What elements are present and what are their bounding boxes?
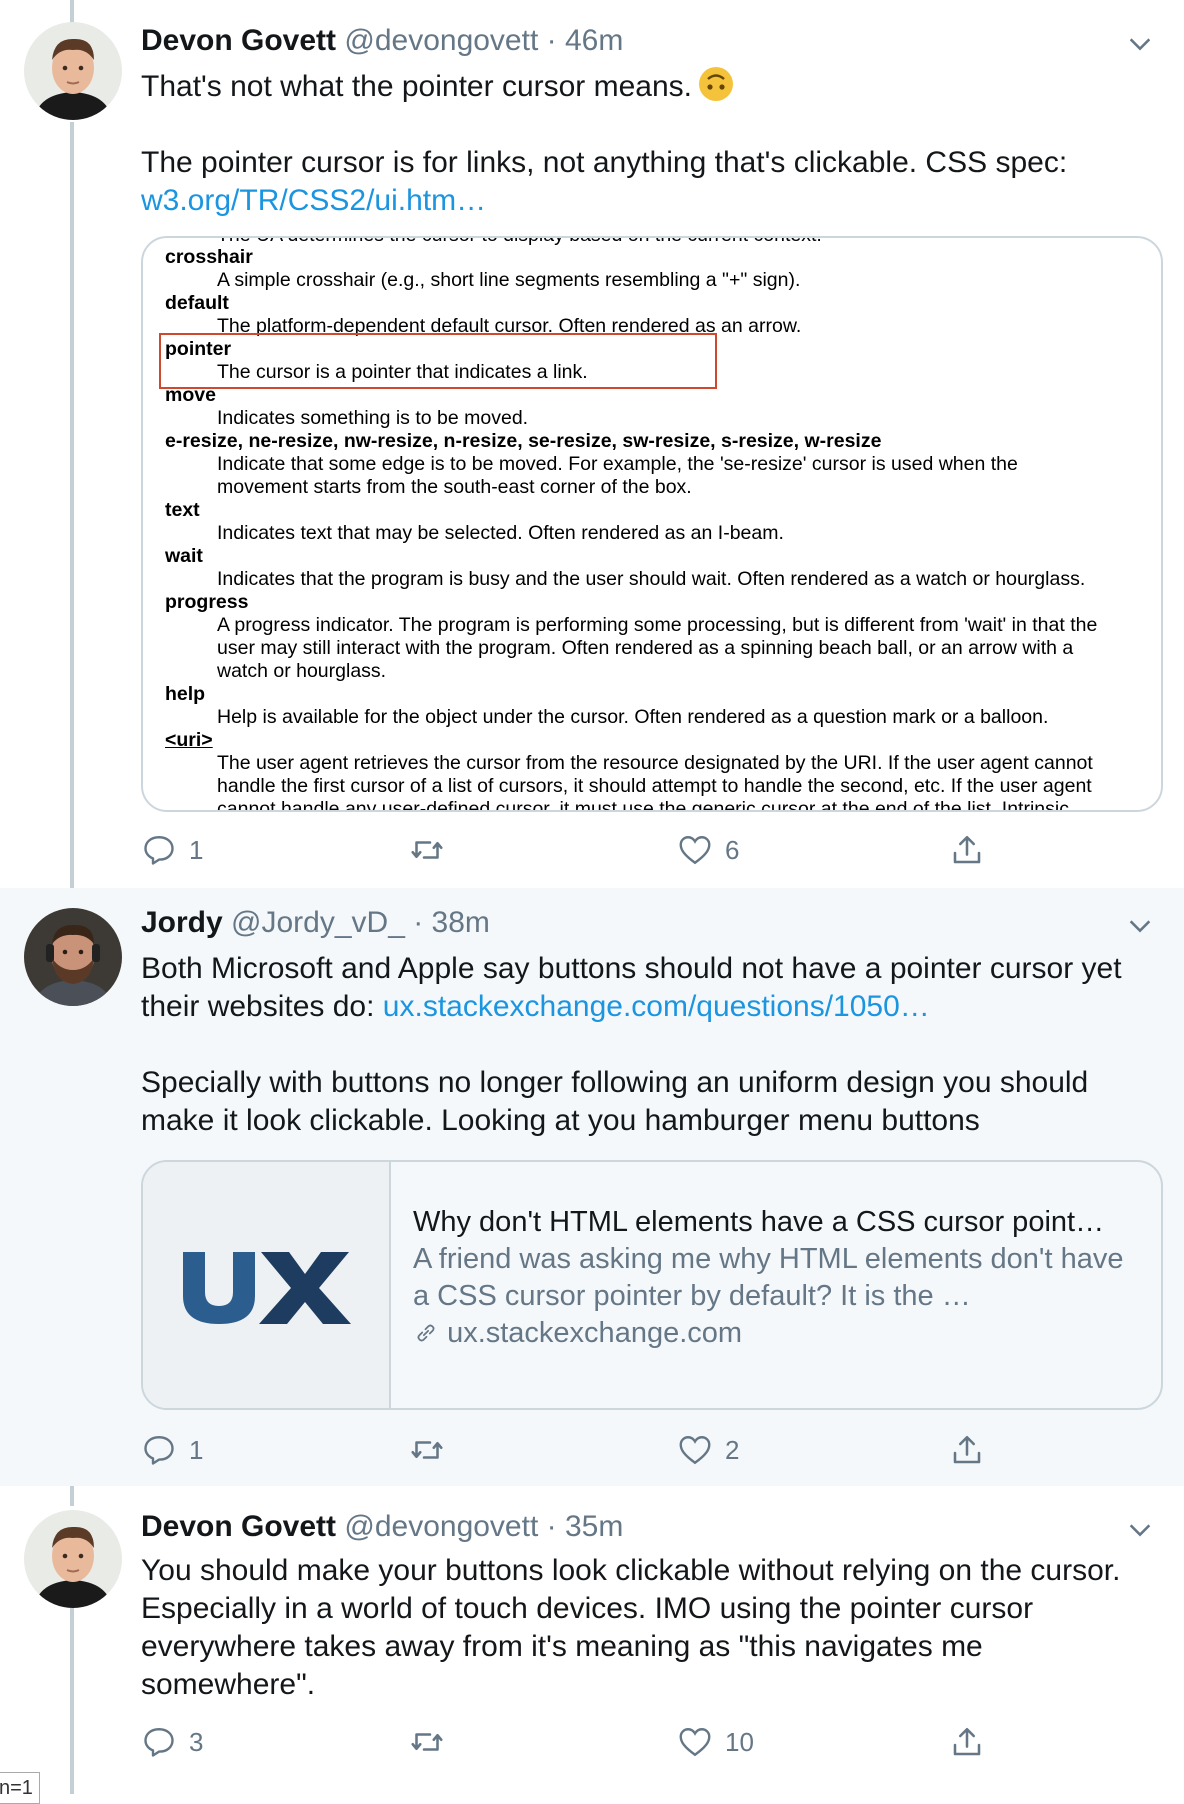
link-thumbnail bbox=[143, 1162, 391, 1408]
like-button[interactable]: 10 bbox=[677, 1722, 754, 1762]
reply-icon bbox=[144, 836, 174, 865]
spec-term: text bbox=[165, 499, 200, 521]
tweet-text: That's not what the pointer cursor means… bbox=[141, 66, 1161, 220]
author-meta[interactable]: @devongovett · 46m bbox=[344, 24, 623, 57]
tweet-text: Both Microsoft and Apple say buttons sho… bbox=[141, 950, 1161, 1140]
share-button[interactable] bbox=[949, 830, 985, 870]
spec-def: A progress indicator. The program is per… bbox=[217, 614, 1098, 636]
share-button[interactable] bbox=[949, 1722, 985, 1762]
link-info: Why don't HTML elements have a CSS curso… bbox=[413, 1204, 1143, 1352]
link-card[interactable]: Why don't HTML elements have a CSS curso… bbox=[141, 1160, 1163, 1410]
reply-button[interactable]: 3 bbox=[141, 1722, 203, 1762]
tweet-text-line: The pointer cursor is for links, not any… bbox=[141, 146, 1068, 179]
tweet-link[interactable]: ux.stackexchange.com/questions/1050… bbox=[383, 990, 930, 1023]
reply-button[interactable]: 1 bbox=[141, 1430, 203, 1470]
corner-label: n=1 bbox=[0, 1772, 40, 1804]
like-button[interactable]: 6 bbox=[677, 830, 739, 870]
share-icon bbox=[953, 835, 981, 864]
tweet-1[interactable]: Devon Govett @devongovett · 46m That's n… bbox=[0, 0, 1184, 888]
reply-icon bbox=[144, 1436, 174, 1465]
tweet-text-line: You should make your buttons look clicka… bbox=[141, 1554, 1121, 1701]
highlight-box bbox=[159, 333, 717, 389]
spec-term: crosshair bbox=[165, 246, 253, 268]
spec-screenshot[interactable]: The UA determines the cursor to display … bbox=[141, 236, 1163, 812]
like-count: 2 bbox=[725, 1434, 740, 1465]
spec-def: cannot handle any user-defined cursor, i… bbox=[217, 798, 1069, 812]
share-button[interactable] bbox=[949, 1430, 985, 1470]
spec-term: e-resize, ne-resize, nw-resize, n-resize… bbox=[165, 430, 882, 452]
link-title: Why don't HTML elements have a CSS curso… bbox=[413, 1206, 1105, 1238]
spec-def: watch or hourglass. bbox=[217, 660, 387, 682]
tweet-header: Jordy @Jordy_vD_ · 38m bbox=[141, 906, 490, 940]
spec-term: wait bbox=[165, 545, 203, 567]
retweet-button[interactable] bbox=[409, 1722, 457, 1762]
reply-button[interactable]: 1 bbox=[141, 830, 203, 870]
spec-def: Indicates text that may be selected. Oft… bbox=[217, 522, 784, 544]
spec-def: Indicate that some edge is to be moved. … bbox=[217, 453, 1018, 475]
reply-count: 1 bbox=[189, 834, 204, 865]
tweet-text-line: their websites do: bbox=[141, 990, 383, 1023]
upside-down-face-icon bbox=[699, 67, 734, 101]
retweet-icon bbox=[411, 1441, 443, 1459]
share-icon bbox=[953, 1727, 981, 1756]
like-count: 10 bbox=[725, 1726, 754, 1757]
like-count: 6 bbox=[725, 834, 740, 865]
avatar[interactable] bbox=[24, 1510, 122, 1608]
retweet-button[interactable] bbox=[409, 1430, 457, 1470]
tweet-text-line: That's not what the pointer cursor means… bbox=[141, 70, 693, 103]
ux-logo-icon bbox=[183, 1252, 351, 1324]
author-name[interactable]: Jordy bbox=[141, 906, 223, 939]
spec-def: The user agent retrieves the cursor from… bbox=[217, 752, 1093, 774]
spec-term: progress bbox=[165, 591, 249, 613]
spec-def: Help is available for the object under t… bbox=[217, 706, 1049, 728]
author-name[interactable]: Devon Govett bbox=[141, 24, 336, 57]
tweet-actions: 1 2 bbox=[141, 1430, 1021, 1470]
spec-def: movement starts from the south-east corn… bbox=[217, 476, 692, 498]
spec-def: A simple crosshair (e.g., short line seg… bbox=[217, 269, 801, 291]
tweet-header: Devon Govett @devongovett · 46m bbox=[141, 24, 623, 58]
tweet-2[interactable]: Jordy @Jordy_vD_ · 38m Both Microsoft an… bbox=[0, 888, 1184, 1486]
spec-def: handle the first cursor of a list of cur… bbox=[217, 775, 1092, 797]
chevron-down-icon[interactable] bbox=[1126, 1516, 1154, 1544]
tweet-text: You should make your buttons look clicka… bbox=[141, 1552, 1161, 1704]
share-icon bbox=[953, 1435, 981, 1464]
link-domain: ux.stackexchange.com bbox=[413, 1315, 1143, 1352]
avatar[interactable] bbox=[24, 908, 122, 1006]
like-button[interactable]: 2 bbox=[677, 1430, 739, 1470]
tweet-actions: 1 6 bbox=[141, 830, 1021, 870]
tweet-text-line: Specially with buttons no longer followi… bbox=[141, 1066, 1089, 1137]
spec-def: Indicates that the program is busy and t… bbox=[217, 568, 1086, 590]
reply-count: 1 bbox=[189, 1434, 204, 1465]
heart-icon bbox=[679, 1436, 711, 1465]
avatar[interactable] bbox=[24, 22, 122, 120]
tweet-text-line: Both Microsoft and Apple say buttons sho… bbox=[141, 952, 1122, 985]
tweet-link[interactable]: w3.org/TR/CSS2/ui.htm… bbox=[141, 184, 486, 217]
chevron-down-icon[interactable] bbox=[1126, 30, 1154, 58]
retweet-button[interactable] bbox=[409, 830, 457, 870]
link-description: A friend was asking me why HTML elements… bbox=[413, 1243, 1124, 1312]
heart-icon bbox=[679, 1728, 711, 1757]
reply-count: 3 bbox=[189, 1726, 204, 1757]
retweet-icon bbox=[411, 841, 443, 859]
spec-cut-line: The UA determines the cursor to display … bbox=[217, 238, 822, 247]
spec-def: Indicates something is to be moved. bbox=[217, 407, 529, 429]
author-name[interactable]: Devon Govett bbox=[141, 1510, 336, 1543]
author-meta[interactable]: @Jordy_vD_ · 38m bbox=[231, 906, 490, 939]
spec-term: help bbox=[165, 683, 206, 705]
spec-def: user may still interact with the program… bbox=[217, 637, 1074, 659]
chevron-down-icon[interactable] bbox=[1126, 912, 1154, 940]
author-meta[interactable]: @devongovett · 35m bbox=[344, 1510, 623, 1543]
link-icon bbox=[417, 1324, 435, 1342]
spec-term: <uri> bbox=[165, 729, 213, 751]
heart-icon bbox=[679, 836, 711, 865]
retweet-icon bbox=[411, 1733, 443, 1751]
spec-term: default bbox=[165, 292, 229, 314]
tweet-header: Devon Govett @devongovett · 35m bbox=[141, 1510, 623, 1544]
link-domain-text: ux.stackexchange.com bbox=[447, 1317, 743, 1349]
reply-icon bbox=[144, 1728, 174, 1757]
tweet-actions: 3 10 bbox=[141, 1722, 1021, 1762]
tweet-3[interactable]: Devon Govett @devongovett · 35m You shou… bbox=[0, 1486, 1184, 1794]
